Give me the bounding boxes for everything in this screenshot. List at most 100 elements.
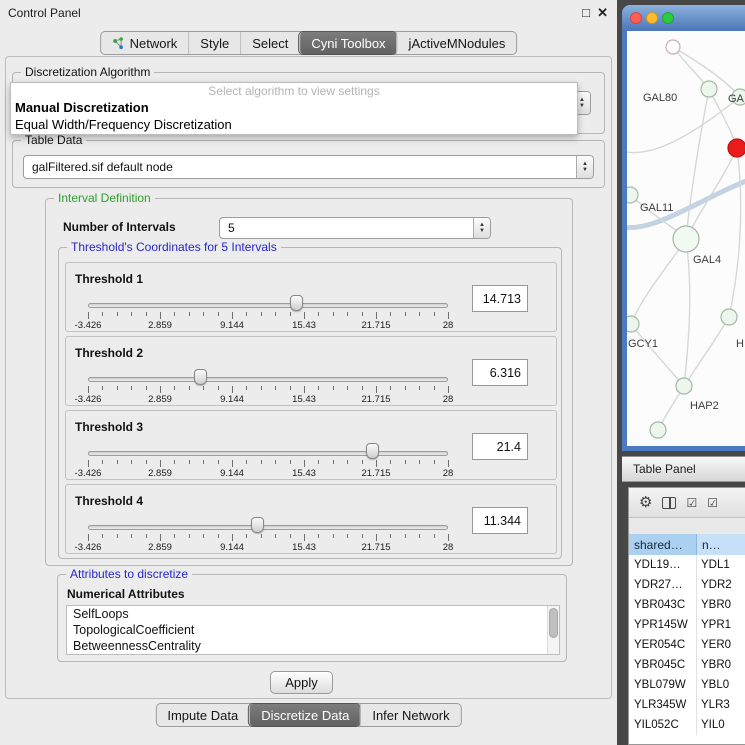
network-window-titlebar[interactable] [622, 5, 745, 31]
network-node[interactable] [676, 378, 692, 394]
table-panel-header[interactable]: Table Panel [622, 456, 745, 482]
select-none-checkbox-icon[interactable]: ☑ [707, 497, 718, 509]
float-window-icon[interactable]: □ [582, 5, 590, 20]
network-node[interactable] [650, 422, 666, 438]
combo-stepper-icon[interactable] [473, 218, 490, 238]
table-row[interactable]: YER054CYER0 [629, 635, 745, 655]
table-row[interactable]: YBL079WYBL0 [629, 675, 745, 695]
tick-mark [405, 386, 406, 390]
tick-mark [246, 534, 247, 538]
select-all-checkbox-icon[interactable]: ☑ [686, 497, 697, 509]
tick-mark [131, 386, 132, 390]
threshold-label: Threshold 4 [75, 494, 143, 508]
slider-ticks [88, 386, 448, 393]
network-node[interactable] [627, 187, 638, 203]
table-row[interactable]: YBR045CYBR0 [629, 655, 745, 675]
zoom-traffic-light-icon[interactable] [662, 12, 674, 24]
threshold-4-slider[interactable]: -3.4262.8599.14415.4321.71528 [88, 523, 448, 553]
control-panel-titlebar: Control Panel □ ✕ [0, 0, 617, 26]
gear-icon[interactable]: ⚙ [639, 495, 652, 510]
columns-icon[interactable] [662, 497, 676, 509]
slider-thumb[interactable] [194, 369, 207, 385]
network-node[interactable] [721, 309, 737, 325]
tick-mark [203, 460, 204, 464]
close-icon[interactable]: ✕ [597, 5, 608, 21]
slider-ticks [88, 312, 448, 319]
threshold-2-slider[interactable]: -3.4262.8599.14415.4321.71528 [88, 375, 448, 405]
table-data-combobox[interactable]: galFiltered.sif default node [23, 155, 594, 179]
threshold-value-field[interactable]: 14.713 [472, 285, 528, 312]
tab-select[interactable]: Select [240, 32, 299, 54]
network-node[interactable] [701, 81, 717, 97]
network-node-selected[interactable] [728, 139, 745, 157]
network-node-label: GAL4 [693, 254, 721, 266]
table-panel-title: Table Panel [633, 462, 696, 476]
column-header-name[interactable]: n… [697, 534, 745, 555]
tick-label: 9.144 [220, 542, 244, 553]
threshold-value-field[interactable]: 21.4 [472, 433, 528, 460]
tick-mark [362, 312, 363, 316]
tick-mark [88, 312, 89, 319]
tick-mark [434, 386, 435, 390]
slider-track[interactable] [88, 525, 448, 530]
close-traffic-light-icon[interactable] [630, 12, 642, 24]
minimize-traffic-light-icon[interactable] [646, 12, 658, 24]
dropdown-option-manual-discretization[interactable]: Manual Discretization [11, 99, 577, 116]
tick-mark [102, 386, 103, 390]
threshold-4-panel: Threshold 4 -3.4262.8599.14415.4321.7152… [65, 484, 557, 554]
tab-label: Impute Data [167, 708, 238, 723]
dropdown-placeholder-option[interactable]: Select algorithm to view settings [11, 83, 577, 99]
threshold-1-slider[interactable]: -3.4262.8599.14415.4321.71528 [88, 301, 448, 331]
tab-cyni-toolbox[interactable]: Cyni Toolbox [299, 32, 396, 54]
tab-label: Select [252, 36, 288, 51]
combo-stepper-icon[interactable] [576, 156, 593, 178]
tick-mark [117, 386, 118, 390]
tick-label: -3.426 [75, 542, 102, 553]
network-node[interactable] [666, 40, 680, 54]
slider-track[interactable] [88, 303, 448, 308]
tick-mark [318, 460, 319, 464]
tick-mark [347, 386, 348, 390]
tab-infer-network[interactable]: Infer Network [360, 704, 460, 726]
tick-label: -3.426 [75, 468, 102, 479]
tick-mark [390, 312, 391, 316]
slider-thumb[interactable] [251, 517, 264, 533]
threshold-value-field[interactable]: 6.316 [472, 359, 528, 386]
network-node[interactable] [673, 226, 699, 252]
tab-style[interactable]: Style [188, 32, 240, 54]
table-row[interactable]: YBR043CYBR0 [629, 595, 745, 615]
tab-jactivemnodules[interactable]: jActiveMNodules [397, 32, 517, 54]
tab-discretize-data[interactable]: Discretize Data [249, 704, 360, 726]
scrollbar[interactable] [547, 606, 559, 654]
list-item[interactable]: TopologicalCoefficient [67, 622, 559, 638]
table-cell: YBR0 [697, 595, 745, 615]
threshold-value-field[interactable]: 11.344 [472, 507, 528, 534]
network-node-label: GAL11 [640, 202, 673, 214]
table-row[interactable]: YLR345WYLR3 [629, 695, 745, 715]
table-row[interactable]: YIL052CYIL0 [629, 715, 745, 735]
list-item[interactable]: BetweennessCentrality [67, 638, 559, 654]
tab-impute-data[interactable]: Impute Data [156, 704, 249, 726]
tick-mark [376, 312, 377, 319]
column-header-shared-name[interactable]: shared… [629, 534, 697, 555]
apply-button[interactable]: Apply [270, 671, 333, 694]
network-canvas[interactable]: GAL80 GA GAL11 GAL4 GCY1 H HAP2 [627, 31, 745, 446]
tab-label: Discretize Data [261, 708, 349, 723]
table-row[interactable]: YDR27…YDR2 [629, 575, 745, 595]
table-row[interactable]: YDL19…YDL1 [629, 555, 745, 575]
scrollbar-thumb[interactable] [549, 608, 558, 638]
tick-mark [131, 460, 132, 464]
network-node[interactable] [627, 316, 639, 332]
slider-thumb[interactable] [366, 443, 379, 459]
table-cell: YBL079W [629, 675, 697, 695]
tab-network[interactable]: Network [101, 32, 189, 54]
number-of-intervals-combobox[interactable]: 5 [219, 217, 491, 239]
dropdown-option-equal-width[interactable]: Equal Width/Frequency Discretization [11, 116, 577, 133]
slider-track[interactable] [88, 377, 448, 382]
slider-thumb[interactable] [290, 295, 303, 311]
table-row[interactable]: YPR145WYPR1 [629, 615, 745, 635]
slider-track[interactable] [88, 451, 448, 456]
tick-mark [376, 460, 377, 467]
threshold-3-slider[interactable]: -3.4262.8599.14415.4321.71528 [88, 449, 448, 479]
list-item[interactable]: SelfLoops [67, 606, 559, 622]
